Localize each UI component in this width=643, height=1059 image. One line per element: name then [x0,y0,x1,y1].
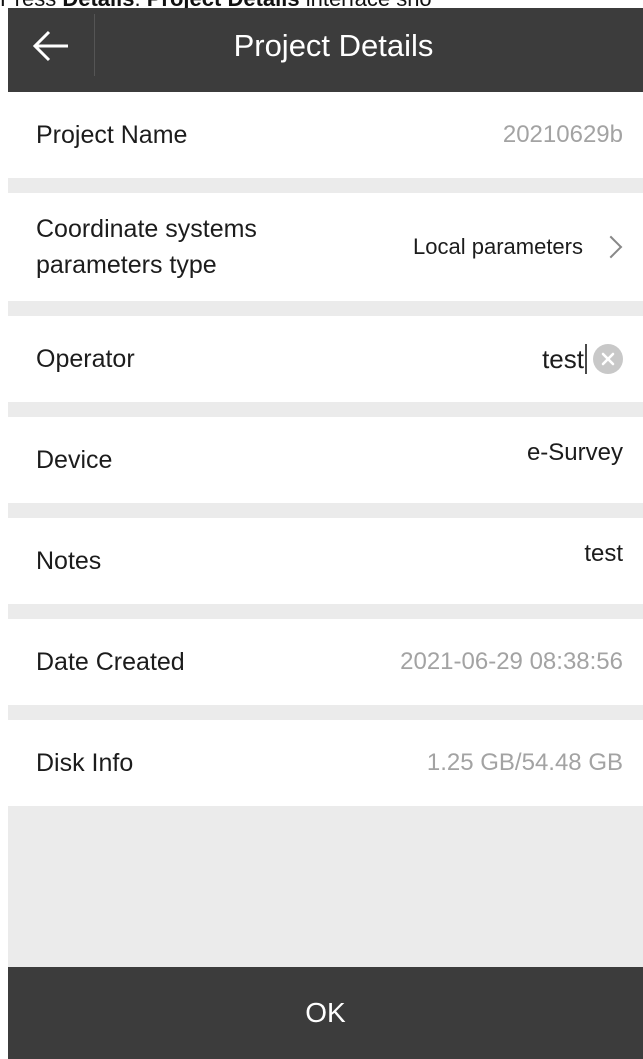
ok-button[interactable]: OK [8,967,643,1059]
clear-button[interactable] [593,344,623,374]
coordinate-system-type-value: Local parameters [413,234,583,259]
back-button[interactable] [8,0,94,92]
row-notes: Notes test [8,518,643,604]
row-operator: Operator [8,316,643,402]
row-device: Device e-Survey [8,417,643,503]
row-date-created: Date Created 2021-06-29 08:38:56 [8,619,643,705]
caption-bold-project-details: Project Details [147,0,300,8]
operator-input-wrap [364,343,623,375]
project-name-label: Project Name [36,121,188,149]
arrow-left-icon [32,30,68,62]
date-created-value: 2021-06-29 08:38:56 [400,648,623,675]
date-created-label: Date Created [36,648,185,676]
details-list: Project Name 20210629b Coordinate system… [8,92,643,821]
caption-separator: . [135,0,147,8]
app-screen: Project Details Project Name 20210629b C… [8,0,643,1059]
row-disk-info: Disk Info 1.25 GB/54.48 GB [8,720,643,806]
operator-input[interactable] [364,343,584,375]
chevron-right-icon [599,235,623,259]
device-label: Device [36,446,113,474]
notes-value[interactable]: test [584,540,623,568]
operator-label: Operator [36,345,135,373]
row-coordinate-system-type[interactable]: Coordinate systems parameters type Local… [8,193,643,301]
disk-info-value: 1.25 GB/54.48 GB [426,749,623,776]
row-project-name: Project Name 20210629b [8,92,643,178]
notes-label: Notes [36,547,102,575]
coordinate-system-type-label: Coordinate systems parameters type [36,215,257,279]
text-caret [585,344,587,374]
device-value[interactable]: e-Survey [527,439,623,467]
caption-suffix: interface sho [300,0,432,8]
page-title: Project Details [233,28,434,63]
coordinate-system-type-value-wrap: Local parameters [413,234,623,260]
project-name-value: 20210629b [502,121,623,148]
clear-icon [601,352,615,366]
caption-prefix: Press [0,0,62,8]
caption-bold-details: Details [62,0,134,8]
page-caption: Press Details. Project Details interface… [0,0,643,8]
disk-info-label: Disk Info [36,749,134,777]
title-bar: Project Details [8,0,643,92]
